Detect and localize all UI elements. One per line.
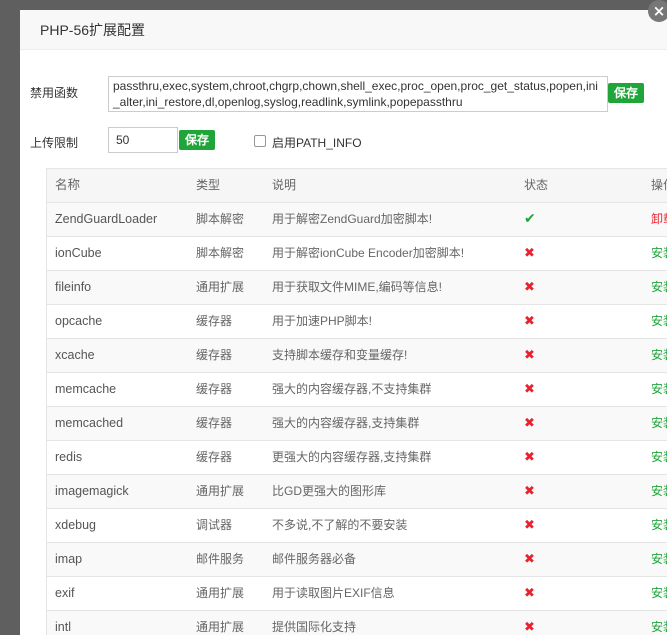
install-link[interactable]: 安装 — [651, 237, 667, 270]
extension-desc: 提供国际化支持 — [272, 620, 357, 634]
upload-limit-input[interactable]: 50 — [108, 127, 178, 153]
extension-desc: 用于解密ZendGuard加密脚本! — [272, 212, 433, 226]
header-name: 名称 — [55, 178, 81, 192]
cross-icon: ✖ — [524, 382, 535, 397]
extension-type: 通用扩展 — [196, 620, 245, 634]
cross-icon: ✖ — [524, 518, 535, 533]
extension-desc: 用于解密ionCube Encoder加密脚本! — [272, 246, 465, 260]
extension-desc: 强大的内容缓存器,支持集群 — [272, 416, 420, 430]
table-row: imap 邮件服务 邮件服务器必备 ✖ 安装 — [47, 543, 667, 577]
save-upload-limit-button[interactable]: 保存 — [179, 130, 216, 150]
extension-desc: 强大的内容缓存器,不支持集群 — [272, 382, 432, 396]
header-desc: 说明 — [272, 178, 297, 192]
cross-icon: ✖ — [524, 484, 535, 499]
extension-name: xdebug — [55, 518, 97, 532]
cross-icon: ✖ — [524, 416, 535, 431]
extension-type: 调试器 — [196, 518, 233, 532]
extension-type: 通用扩展 — [196, 586, 245, 600]
close-icon[interactable]: × — [648, 0, 667, 22]
table-row: fileinfo 通用扩展 用于获取文件MIME,编码等信息! ✖ 安装 — [47, 271, 667, 305]
extension-type: 邮件服务 — [196, 552, 245, 566]
extension-name: memcached — [55, 416, 124, 430]
extension-desc: 不多说,不了解的不要安装 — [272, 518, 408, 532]
extension-name: imap — [55, 552, 83, 566]
extension-type: 通用扩展 — [196, 484, 245, 498]
table-row: ionCube 脚本解密 用于解密ionCube Encoder加密脚本! ✖ 安装 — [47, 237, 667, 271]
table-row: opcache 缓存器 用于加速PHP脚本! ✖ 安装 — [47, 305, 667, 339]
install-link[interactable]: 安装 — [651, 339, 667, 372]
install-link[interactable]: 安装 — [651, 509, 667, 542]
extension-name: ionCube — [55, 246, 102, 260]
extension-name: opcache — [55, 314, 103, 328]
table-row: intl 通用扩展 提供国际化支持 ✖ 安装 — [47, 611, 667, 635]
install-link[interactable]: 安装 — [651, 577, 667, 610]
uninstall-link[interactable]: 卸载 — [651, 203, 667, 236]
extension-desc: 比GD更强大的图形库 — [272, 484, 387, 498]
extension-desc: 更强大的内容缓存器,支持集群 — [272, 450, 432, 464]
extension-name: memcache — [55, 382, 117, 396]
cross-icon: ✖ — [524, 586, 535, 601]
install-link[interactable]: 安装 — [651, 475, 667, 508]
header-status: 状态 — [524, 178, 549, 192]
extension-desc: 用于获取文件MIME,编码等信息! — [272, 280, 442, 294]
cross-icon: ✖ — [524, 450, 535, 465]
extension-name: intl — [55, 620, 71, 634]
cross-icon: ✖ — [524, 246, 535, 261]
install-link[interactable]: 安装 — [651, 611, 667, 635]
table-row: xcache 缓存器 支持脚本缓存和变量缓存! ✖ 安装 — [47, 339, 667, 373]
table-row: ZendGuardLoader 脚本解密 用于解密ZendGuard加密脚本! ✔ 卸载 — [47, 203, 667, 237]
extension-type: 缓存器 — [196, 348, 233, 362]
install-link[interactable]: 安装 — [651, 271, 667, 304]
install-link[interactable]: 安装 — [651, 441, 667, 474]
extension-name: ZendGuardLoader — [55, 212, 158, 226]
install-link[interactable]: 安装 — [651, 543, 667, 576]
install-link[interactable]: 安装 — [651, 407, 667, 440]
install-link[interactable]: 安装 — [651, 305, 667, 338]
extension-desc: 支持脚本缓存和变量缓存! — [272, 348, 408, 362]
table-row: redis 缓存器 更强大的内容缓存器,支持集群 ✖ 安装 — [47, 441, 667, 475]
extension-type: 缓存器 — [196, 416, 233, 430]
table-row: imagemagick 通用扩展 比GD更强大的图形库 ✖ 安装 — [47, 475, 667, 509]
extension-desc: 邮件服务器必备 — [272, 552, 357, 566]
extension-desc: 用于读取图片EXIF信息 — [272, 586, 395, 600]
extension-type: 缓存器 — [196, 450, 233, 464]
disable-functions-label: 禁用函数 — [30, 86, 79, 100]
php-extension-dialog: PHP-56扩展配置 禁用函数 passthru,exec,system,chr… — [20, 10, 667, 635]
extension-name: exif — [55, 586, 75, 600]
header-action: 操作 — [650, 178, 667, 192]
extension-name: redis — [55, 450, 83, 464]
disable-functions-input[interactable]: passthru,exec,system,chroot,chgrp,chown,… — [108, 76, 608, 112]
cross-icon: ✖ — [524, 314, 535, 329]
extension-type: 缓存器 — [196, 382, 233, 396]
save-functions-button[interactable]: 保存 — [608, 83, 645, 103]
cross-icon: ✖ — [524, 348, 535, 363]
cross-icon: ✖ — [524, 280, 535, 295]
install-link[interactable]: 安装 — [651, 373, 667, 406]
table-header-row: 名称 类型 说明 状态 操作 — [47, 169, 667, 203]
check-icon: ✔ — [524, 211, 536, 227]
extension-name: fileinfo — [55, 280, 92, 294]
extension-type: 脚本解密 — [196, 212, 245, 226]
extension-name: xcache — [55, 348, 95, 362]
upload-limit-label: 上传限制 — [30, 136, 79, 150]
extension-name: imagemagick — [55, 484, 129, 498]
dialog-title: PHP-56扩展配置 — [20, 10, 667, 50]
table-row: xdebug 调试器 不多说,不了解的不要安装 ✖ 安装 — [47, 509, 667, 543]
path-info-label: 启用PATH_INFO — [272, 136, 362, 150]
table-row: memcached 缓存器 强大的内容缓存器,支持集群 ✖ 安装 — [47, 407, 667, 441]
extension-type: 通用扩展 — [196, 280, 245, 294]
extension-type: 缓存器 — [196, 314, 233, 328]
extensions-table: 名称 类型 说明 状态 操作 ZendGuardLoader 脚本解密 用于解密Ze… — [46, 168, 667, 635]
table-row: exif 通用扩展 用于读取图片EXIF信息 ✖ 安装 — [47, 577, 667, 611]
path-info-checkbox[interactable] — [254, 135, 266, 147]
header-type: 类型 — [196, 178, 221, 192]
extension-type: 脚本解密 — [196, 246, 245, 260]
cross-icon: ✖ — [524, 620, 535, 635]
cross-icon: ✖ — [524, 552, 535, 567]
extension-desc: 用于加速PHP脚本! — [272, 314, 373, 328]
table-row: memcache 缓存器 强大的内容缓存器,不支持集群 ✖ 安装 — [47, 373, 667, 407]
